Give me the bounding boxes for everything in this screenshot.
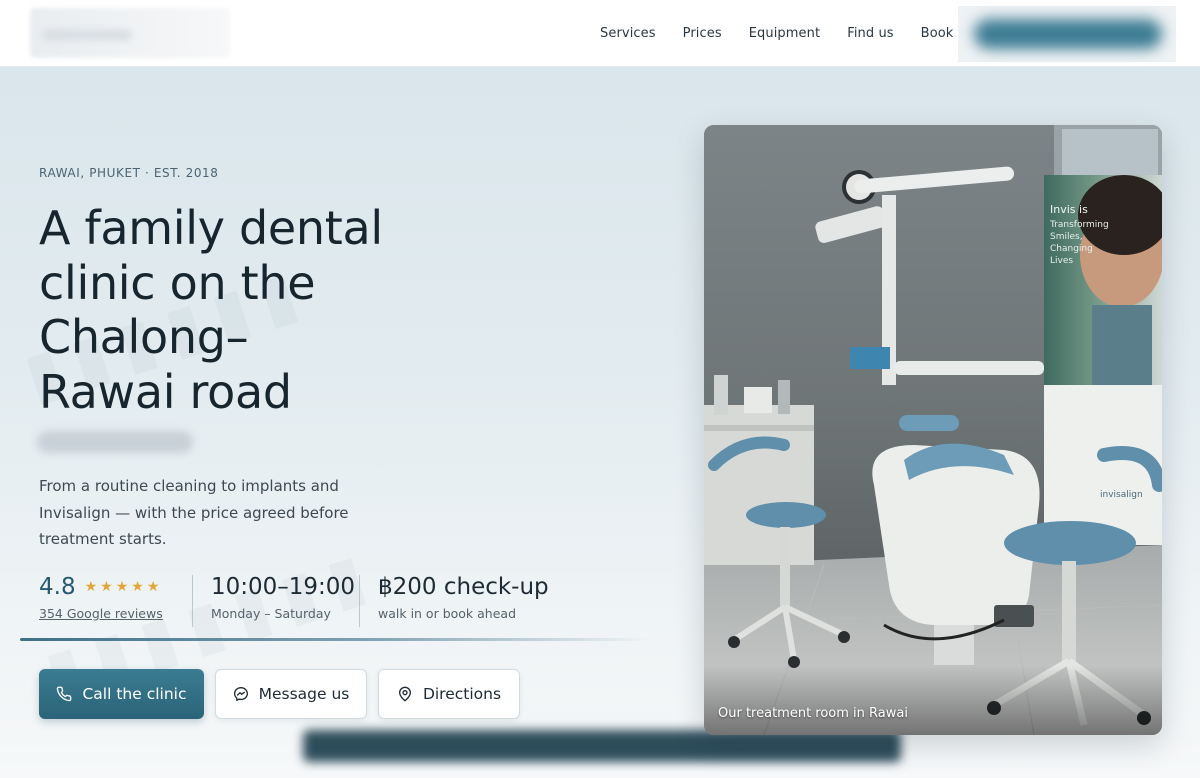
star-icon: ★ bbox=[84, 579, 98, 595]
hero-stats: 4.8 ★ ★ ★ ★ ★ 354 Google reviews 10:00–19:00… bbox=[39, 572, 549, 628]
hero-section: ▮▮▮▮▮▮ ▮▮▮▮▮▮▮ RAWAI, PHUKET · EST. 2018… bbox=[0, 67, 1200, 778]
hours-stat: 10:00–19:00 Monday – Saturday bbox=[193, 572, 359, 628]
hero-lead: From a routine cleaning to implants and … bbox=[39, 477, 349, 548]
nav-prices[interactable]: Prices bbox=[683, 26, 722, 41]
hero-title-line: Chalong– bbox=[39, 310, 249, 364]
site-header: Services Prices Equipment Find us Book bbox=[0, 0, 1200, 67]
hero-eyebrow: RAWAI, PHUKET · EST. 2018 bbox=[39, 166, 219, 180]
banner-line: Invis is bbox=[1050, 203, 1088, 216]
rating-row: 4.8 ★ ★ ★ ★ ★ bbox=[39, 572, 192, 602]
hero-title: A family dental clinic on the Chalong– R… bbox=[39, 201, 399, 419]
messenger-icon bbox=[233, 687, 248, 701]
map-pin-icon bbox=[398, 686, 411, 702]
nav-equipment[interactable]: Equipment bbox=[749, 26, 820, 41]
redacted-tagline bbox=[37, 431, 193, 453]
hours-days: Monday – Saturday bbox=[211, 606, 331, 621]
rating-stars: ★ ★ ★ ★ ★ bbox=[85, 580, 163, 594]
photo-caption: Our treatment room in Rawai bbox=[718, 706, 908, 721]
banner-line: Lives bbox=[1050, 256, 1073, 266]
header-cta-button[interactable] bbox=[958, 6, 1176, 62]
hero-title-line: A family dental bbox=[39, 201, 383, 255]
google-reviews-link[interactable]: 354 Google reviews bbox=[39, 606, 192, 621]
phone-icon bbox=[57, 686, 72, 702]
nav-services[interactable]: Services bbox=[600, 26, 656, 41]
banner-line: Changing bbox=[1050, 244, 1093, 254]
hours-value: 10:00–19:00 bbox=[211, 574, 356, 600]
star-icon: ★ bbox=[131, 579, 144, 595]
rating-value: 4.8 bbox=[39, 574, 76, 600]
rating-stat: 4.8 ★ ★ ★ ★ ★ 354 Google reviews bbox=[39, 572, 192, 628]
hero-title-line: Rawai road bbox=[39, 364, 292, 419]
banner-line: Smiles, bbox=[1050, 232, 1083, 242]
star-icon: ★ bbox=[115, 579, 129, 595]
treatment-room-photo: Invis is Transforming Smiles, Changing L… bbox=[704, 125, 1162, 735]
logo[interactable] bbox=[30, 8, 230, 58]
treatment-room-illustration: Invis is Transforming Smiles, Changing L… bbox=[704, 125, 1162, 735]
main-nav: Services Prices Equipment Find us Book bbox=[600, 0, 980, 67]
star-icon: ★ bbox=[146, 579, 160, 595]
hero-title-line: clinic on the bbox=[39, 255, 316, 310]
banner-logo: invisalign bbox=[1100, 490, 1143, 500]
directions-button[interactable]: Directions bbox=[378, 669, 520, 719]
nav-book[interactable]: Book bbox=[921, 26, 954, 41]
checkup-price: ฿200 check-up bbox=[378, 574, 549, 600]
directions-label: Directions bbox=[422, 685, 502, 703]
banner-line: Transforming bbox=[1049, 220, 1109, 230]
call-clinic-button[interactable]: Call the clinic bbox=[39, 669, 204, 719]
nav-find-us[interactable]: Find us bbox=[847, 26, 893, 41]
stats-underline bbox=[20, 638, 650, 641]
star-icon: ★ bbox=[100, 579, 113, 595]
call-clinic-label: Call the clinic bbox=[82, 685, 187, 703]
message-us-label: Message us bbox=[258, 685, 350, 703]
price-stat: ฿200 check-up walk in or book ahead bbox=[360, 572, 549, 628]
checkup-note: walk in or book ahead bbox=[378, 606, 517, 621]
message-us-button[interactable]: Message us bbox=[215, 669, 367, 719]
